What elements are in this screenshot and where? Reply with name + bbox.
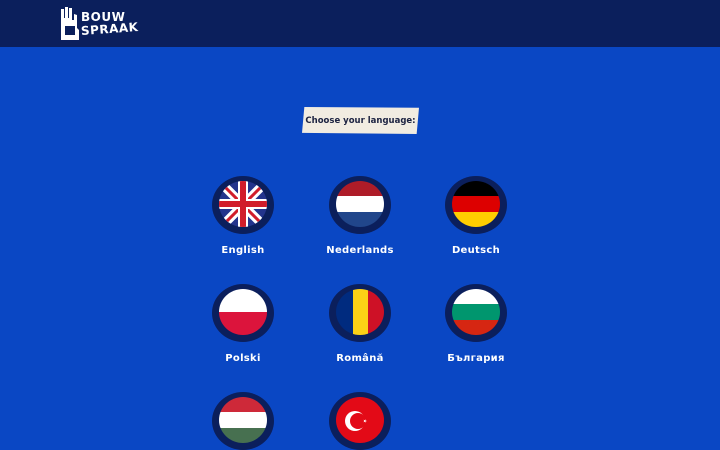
- logo-text-spraak: SPRAAK: [80, 20, 139, 38]
- top-bar: BOUW SPRAAK: [0, 0, 720, 47]
- language-prompt-text: Choose your language:: [305, 115, 416, 126]
- hungary-flag-icon: [212, 392, 274, 450]
- language-label-deutsch: Deutsch: [451, 245, 501, 256]
- language-label-polski: Polski: [225, 353, 261, 364]
- bouwspraak-logo[interactable]: BOUW SPRAAK: [59, 6, 139, 42]
- hand-logo-icon: [61, 7, 79, 40]
- language-label-english: English: [221, 245, 265, 256]
- germany-flag-icon: [445, 176, 507, 234]
- bulgaria-flag-icon: [445, 284, 507, 342]
- romania-flag-icon: [329, 284, 391, 342]
- language-label-bulgarian: България: [447, 353, 505, 364]
- united-kingdom-flag-icon: [212, 176, 274, 234]
- language-label-nederlands: Nederlands: [326, 245, 394, 256]
- poland-flag-icon: [212, 284, 274, 342]
- turkey-flag-icon: [329, 392, 391, 450]
- language-label-romana: Română: [336, 353, 384, 364]
- netherlands-flag-icon: [329, 176, 391, 234]
- language-prompt: Choose your language:: [302, 107, 419, 134]
